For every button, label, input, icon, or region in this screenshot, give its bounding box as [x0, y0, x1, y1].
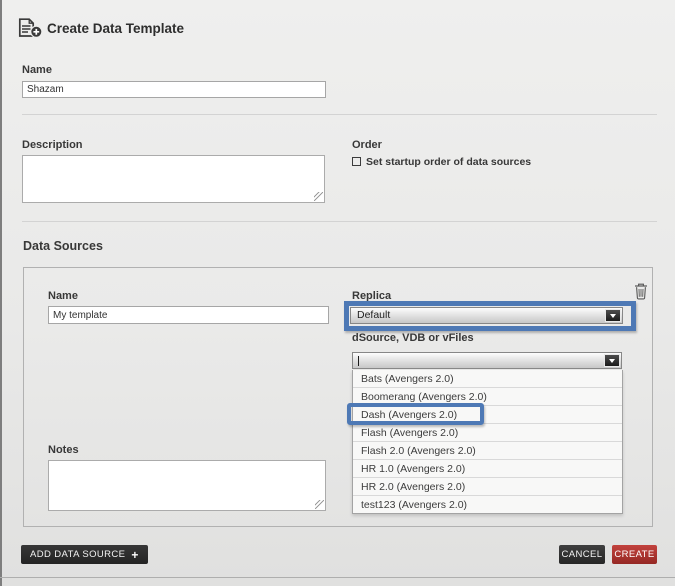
- option-flash[interactable]: Flash (Avengers 2.0): [353, 424, 622, 442]
- notes-label: Notes: [48, 444, 79, 456]
- source-name-label: Name: [48, 290, 78, 302]
- divider: [22, 221, 657, 222]
- trash-icon[interactable]: [634, 283, 648, 305]
- source-name-input[interactable]: [48, 306, 329, 324]
- add-data-source-button[interactable]: ADD DATA SOURCE +: [21, 545, 148, 564]
- cancel-button[interactable]: CANCEL: [559, 545, 605, 564]
- replica-selected-value: Default: [357, 309, 390, 321]
- option-bats[interactable]: Bats (Avengers 2.0): [353, 370, 622, 388]
- startup-order-checkbox-label: Set startup order of data sources: [366, 156, 531, 168]
- create-button[interactable]: CREATE: [612, 545, 657, 564]
- startup-order-checkbox[interactable]: [352, 157, 361, 166]
- option-hr-1[interactable]: HR 1.0 (Avengers 2.0): [353, 460, 622, 478]
- caret-down-icon[interactable]: [605, 309, 621, 322]
- description-label: Description: [22, 139, 83, 151]
- replica-annotation-highlight: Default: [344, 301, 636, 331]
- option-boomerang[interactable]: Boomerang (Avengers 2.0): [353, 388, 622, 406]
- dsource-option-list: Bats (Avengers 2.0) Boomerang (Avengers …: [352, 370, 623, 514]
- plus-icon: +: [131, 549, 138, 561]
- data-source-card: Name Replica Default dSource, VDB or vFi…: [23, 267, 653, 527]
- divider: [22, 114, 657, 115]
- option-hr-2[interactable]: HR 2.0 (Avengers 2.0): [353, 478, 622, 496]
- data-sources-heading: Data Sources: [23, 239, 103, 253]
- name-label: Name: [22, 64, 52, 76]
- document-add-icon: [17, 18, 43, 44]
- dsource-combobox[interactable]: [352, 352, 622, 369]
- name-input[interactable]: [22, 81, 326, 98]
- page-title: Create Data Template: [47, 21, 184, 36]
- add-data-source-label: ADD DATA SOURCE: [30, 549, 125, 560]
- replica-select[interactable]: Default: [350, 307, 623, 324]
- create-data-template-dialog: Create Data Template Name Description Or…: [0, 0, 675, 586]
- dialog-left-edge: [0, 0, 2, 586]
- option-flash-2[interactable]: Flash 2.0 (Avengers 2.0): [353, 442, 622, 460]
- caret-down-icon[interactable]: [604, 354, 620, 367]
- option-test123[interactable]: test123 (Avengers 2.0): [353, 496, 622, 513]
- option-dash[interactable]: Dash (Avengers 2.0): [353, 406, 622, 424]
- order-label: Order: [352, 139, 382, 151]
- notes-textarea[interactable]: [48, 460, 326, 511]
- dsource-label: dSource, VDB or vFiles: [352, 332, 474, 344]
- description-textarea[interactable]: [22, 155, 325, 203]
- dialog-bottom-edge: [0, 577, 675, 578]
- text-cursor: [358, 356, 359, 366]
